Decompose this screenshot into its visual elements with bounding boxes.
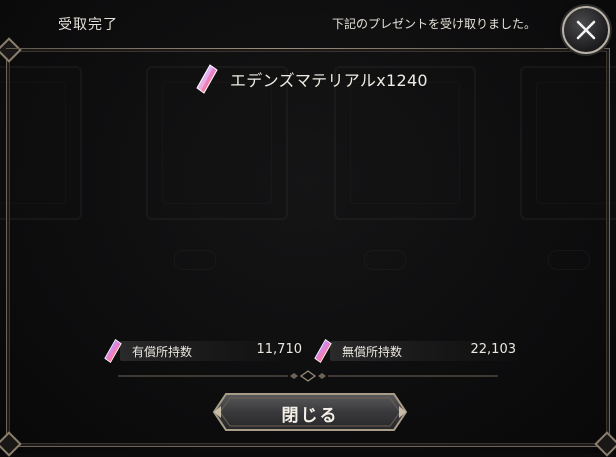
crystal-icon	[314, 338, 332, 364]
reward-received-dialog: 受取完了 下記のプレゼントを受け取りました。 エデンズマテリアルx1240 有償…	[0, 0, 616, 457]
dialog-title: 受取完了	[58, 17, 118, 33]
close-x-button[interactable]	[562, 6, 610, 54]
close-button[interactable]: 閉じる	[212, 392, 408, 432]
reward-item: エデンズマテリアルx1240	[196, 64, 428, 94]
free-count-value: 22,103	[470, 342, 517, 357]
background-chip	[548, 250, 590, 270]
reward-text: エデンズマテリアルx1240	[230, 71, 428, 90]
close-button-label: 閉じる	[281, 406, 339, 426]
crystal-icon	[104, 338, 122, 364]
crystal-icon	[196, 64, 218, 94]
background-card	[520, 66, 616, 220]
ornament-divider	[118, 370, 498, 382]
free-count-label: 無償所持数	[342, 345, 403, 359]
paid-count-display: 有償所持数 11,710	[104, 338, 304, 364]
background-card	[0, 66, 82, 220]
close-icon	[576, 20, 596, 40]
background-chip	[364, 250, 406, 270]
dialog-message: 下記のプレゼントを受け取りました。	[331, 17, 536, 31]
background-chip	[174, 250, 216, 270]
free-count-display: 無償所持数 22,103	[314, 338, 518, 364]
paid-count-value: 11,710	[256, 342, 303, 357]
paid-count-label: 有償所持数	[132, 345, 193, 359]
header-divider	[6, 48, 544, 49]
